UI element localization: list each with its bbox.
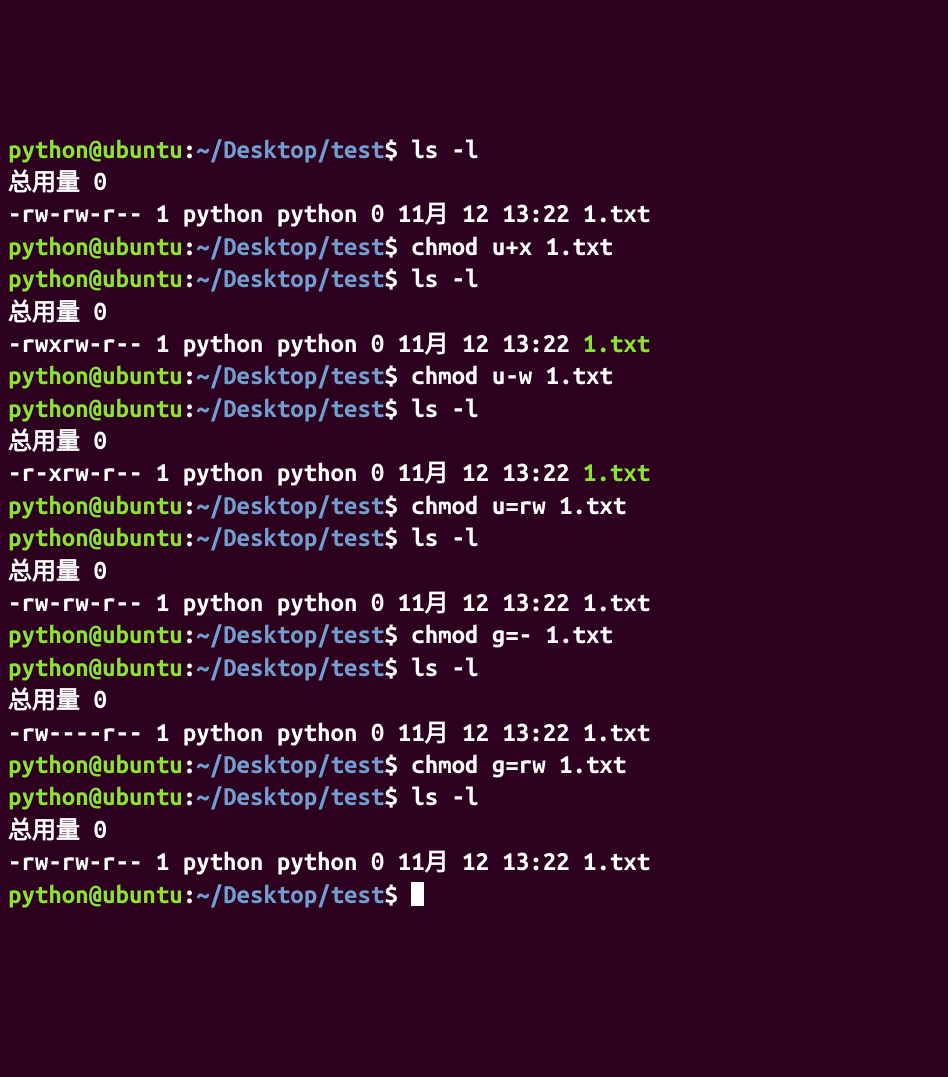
output-line: -rw----r-- 1 python python 0 11月 12 13:2… (8, 717, 940, 749)
prompt-dollar: $ (384, 233, 411, 260)
command-text: ls -l (411, 654, 478, 681)
prompt-dollar: $ (384, 395, 411, 422)
prompt-user-host: python@ubuntu (8, 233, 183, 260)
prompt-colon: : (183, 654, 196, 681)
command-text: ls -l (411, 783, 478, 810)
command-line: python@ubuntu:~/Desktop/test$ ls -l (8, 393, 940, 425)
output-text: -r-xrw-r-- 1 python python 0 11月 12 13:2… (8, 459, 583, 486)
output-text: 总用量 0 (8, 168, 107, 195)
command-text: ls -l (411, 524, 478, 551)
output-line: -r-xrw-r-- 1 python python 0 11月 12 13:2… (8, 457, 940, 489)
command-line: python@ubuntu:~/Desktop/test$ chmod u=rw… (8, 490, 940, 522)
prompt-colon: : (183, 233, 196, 260)
prompt-dollar: $ (384, 783, 411, 810)
command-line: python@ubuntu:~/Desktop/test$ ls -l (8, 134, 940, 166)
prompt-user-host: python@ubuntu (8, 136, 183, 163)
prompt-user-host: python@ubuntu (8, 524, 183, 551)
output-line: 总用量 0 (8, 555, 940, 587)
output-text: 总用量 0 (8, 298, 107, 325)
command-line: python@ubuntu:~/Desktop/test$ (8, 879, 940, 911)
prompt-dollar: $ (384, 524, 411, 551)
prompt-colon: : (183, 395, 196, 422)
terminal-window[interactable]: python@ubuntu:~/Desktop/test$ ls -l总用量 0… (8, 134, 940, 911)
prompt-user-host: python@ubuntu (8, 265, 183, 292)
command-text: chmod u=rw 1.txt (411, 492, 626, 519)
command-line: python@ubuntu:~/Desktop/test$ ls -l (8, 522, 940, 554)
prompt-path: ~/Desktop/test (196, 362, 384, 389)
output-line: 总用量 0 (8, 166, 940, 198)
command-text: ls -l (411, 265, 478, 292)
command-text: chmod u-w 1.txt (411, 362, 613, 389)
command-text: ls -l (411, 136, 478, 163)
prompt-colon: : (183, 621, 196, 648)
prompt-user-host: python@ubuntu (8, 395, 183, 422)
prompt-user-host: python@ubuntu (8, 783, 183, 810)
prompt-path: ~/Desktop/test (196, 783, 384, 810)
prompt-colon: : (183, 881, 196, 908)
prompt-dollar: $ (384, 654, 411, 681)
prompt-colon: : (183, 362, 196, 389)
command-line: python@ubuntu:~/Desktop/test$ ls -l (8, 263, 940, 295)
output-line: 总用量 0 (8, 296, 940, 328)
prompt-user-host: python@ubuntu (8, 881, 183, 908)
output-text: -rw-rw-r-- 1 python python 0 11月 12 13:2… (8, 589, 650, 616)
output-text: -rw-rw-r-- 1 python python 0 11月 12 13:2… (8, 848, 650, 875)
prompt-dollar: $ (384, 265, 411, 292)
output-line: -rwxrw-r-- 1 python python 0 11月 12 13:2… (8, 328, 940, 360)
prompt-path: ~/Desktop/test (196, 265, 384, 292)
command-text: chmod g=rw 1.txt (411, 751, 626, 778)
prompt-colon: : (183, 783, 196, 810)
prompt-colon: : (183, 136, 196, 163)
prompt-dollar: $ (384, 136, 411, 163)
prompt-dollar: $ (384, 751, 411, 778)
command-text: chmod u+x 1.txt (411, 233, 613, 260)
prompt-colon: : (183, 492, 196, 519)
output-line: 总用量 0 (8, 425, 940, 457)
output-text: -rwxrw-r-- 1 python python 0 11月 12 13:2… (8, 330, 583, 357)
output-line: 总用量 0 (8, 814, 940, 846)
prompt-user-host: python@ubuntu (8, 654, 183, 681)
prompt-user-host: python@ubuntu (8, 492, 183, 519)
output-text: 总用量 0 (8, 427, 107, 454)
prompt-path: ~/Desktop/test (196, 233, 384, 260)
prompt-colon: : (183, 265, 196, 292)
prompt-colon: : (183, 524, 196, 551)
command-line: python@ubuntu:~/Desktop/test$ chmod g=rw… (8, 749, 940, 781)
prompt-path: ~/Desktop/test (196, 751, 384, 778)
command-text: chmod g=- 1.txt (411, 621, 613, 648)
output-line: -rw-rw-r-- 1 python python 0 11月 12 13:2… (8, 587, 940, 619)
prompt-dollar: $ (384, 492, 411, 519)
output-text: 总用量 0 (8, 686, 107, 713)
prompt-user-host: python@ubuntu (8, 362, 183, 389)
output-text: -rw----r-- 1 python python 0 11月 12 13:2… (8, 719, 650, 746)
prompt-path: ~/Desktop/test (196, 881, 384, 908)
command-line: python@ubuntu:~/Desktop/test$ chmod u+x … (8, 231, 940, 263)
output-text: 总用量 0 (8, 557, 107, 584)
output-line: 总用量 0 (8, 684, 940, 716)
prompt-path: ~/Desktop/test (196, 621, 384, 648)
prompt-path: ~/Desktop/test (196, 395, 384, 422)
prompt-path: ~/Desktop/test (196, 524, 384, 551)
prompt-dollar: $ (384, 621, 411, 648)
prompt-dollar: $ (384, 362, 411, 389)
prompt-colon: : (183, 751, 196, 778)
command-line: python@ubuntu:~/Desktop/test$ ls -l (8, 781, 940, 813)
prompt-user-host: python@ubuntu (8, 751, 183, 778)
prompt-path: ~/Desktop/test (196, 654, 384, 681)
command-text: ls -l (411, 395, 478, 422)
cursor-icon[interactable] (411, 882, 424, 906)
command-line: python@ubuntu:~/Desktop/test$ chmod g=- … (8, 619, 940, 651)
executable-filename: 1.txt (583, 459, 650, 486)
output-text: -rw-rw-r-- 1 python python 0 11月 12 13:2… (8, 200, 650, 227)
command-line: python@ubuntu:~/Desktop/test$ chmod u-w … (8, 360, 940, 392)
output-line: -rw-rw-r-- 1 python python 0 11月 12 13:2… (8, 846, 940, 878)
prompt-path: ~/Desktop/test (196, 492, 384, 519)
output-text: 总用量 0 (8, 816, 107, 843)
prompt-path: ~/Desktop/test (196, 136, 384, 163)
command-line: python@ubuntu:~/Desktop/test$ ls -l (8, 652, 940, 684)
prompt-user-host: python@ubuntu (8, 621, 183, 648)
prompt-dollar: $ (384, 881, 411, 908)
output-line: -rw-rw-r-- 1 python python 0 11月 12 13:2… (8, 198, 940, 230)
executable-filename: 1.txt (583, 330, 650, 357)
